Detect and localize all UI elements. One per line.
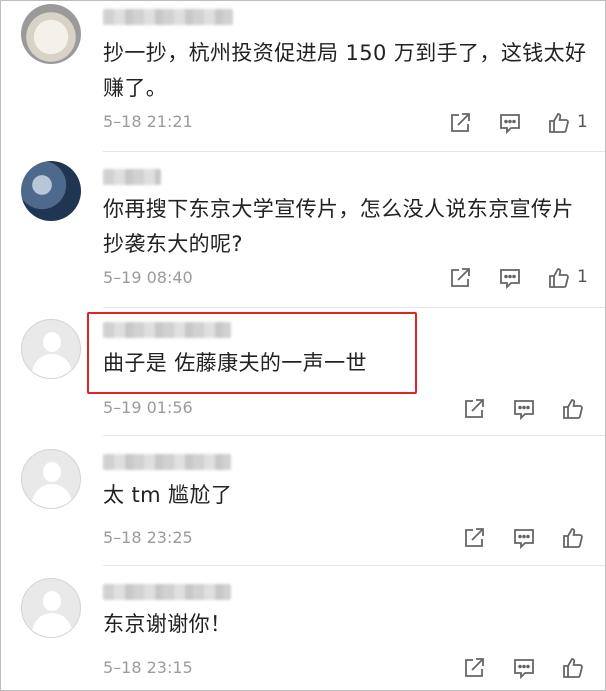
divider bbox=[103, 435, 605, 436]
default-avatar-body bbox=[32, 484, 72, 508]
default-avatar-head bbox=[43, 591, 61, 611]
reply-icon[interactable] bbox=[512, 656, 538, 680]
username-blurred[interactable]: user-4 bbox=[103, 454, 231, 470]
default-avatar-head bbox=[43, 462, 61, 482]
comment-time: 5–19 01:56 bbox=[103, 398, 193, 417]
avatar[interactable] bbox=[21, 578, 81, 638]
like-count: 1 bbox=[577, 267, 588, 287]
thumbs-up-icon[interactable] bbox=[561, 526, 587, 550]
default-avatar-body bbox=[32, 354, 72, 378]
share-icon[interactable] bbox=[462, 397, 488, 421]
share-icon[interactable] bbox=[448, 266, 474, 290]
avatar[interactable] bbox=[21, 449, 81, 509]
avatar[interactable] bbox=[21, 319, 81, 379]
divider bbox=[103, 565, 605, 566]
thumbs-up-icon[interactable] bbox=[561, 397, 587, 421]
comment-time: 5–18 21:21 bbox=[103, 112, 193, 131]
comment-text: 你再搜下东京大学宣传片，怎么没人说东京宣传片抄袭东大的呢? bbox=[103, 197, 574, 256]
avatar[interactable] bbox=[21, 161, 81, 221]
username-blurred[interactable]: user-2 bbox=[103, 169, 161, 185]
default-avatar-body bbox=[32, 613, 72, 637]
comment-time: 5–18 23:15 bbox=[103, 658, 193, 677]
reply-icon[interactable] bbox=[512, 526, 538, 550]
comment-text: 太 tm 尴尬了 bbox=[103, 483, 233, 507]
comment-text: 东京谢谢你！ bbox=[103, 612, 232, 636]
default-avatar-head bbox=[43, 332, 61, 352]
divider bbox=[103, 151, 605, 152]
comment-actions bbox=[462, 397, 592, 421]
reply-icon[interactable] bbox=[498, 111, 524, 135]
comment-text: 抄一抄，杭州投资促进局 150 万到手了，这钱太好赚了。 bbox=[103, 41, 587, 100]
avatar[interactable] bbox=[21, 4, 81, 64]
comment-actions: 1 bbox=[448, 111, 598, 135]
reply-icon[interactable] bbox=[512, 397, 538, 421]
comment-actions bbox=[462, 656, 592, 680]
reply-icon[interactable] bbox=[498, 266, 524, 290]
username-blurred[interactable]: user-5 bbox=[103, 584, 231, 600]
comment-actions bbox=[462, 526, 592, 550]
highlight-box bbox=[87, 312, 417, 394]
thumbs-up-icon[interactable]: 1 bbox=[547, 111, 588, 135]
like-count: 1 bbox=[577, 112, 588, 132]
share-icon[interactable] bbox=[462, 656, 488, 680]
thumbs-up-icon[interactable]: 1 bbox=[547, 266, 588, 290]
thumbs-up-icon[interactable] bbox=[561, 656, 587, 680]
divider bbox=[103, 307, 605, 308]
comment-time: 5–18 23:25 bbox=[103, 528, 193, 547]
comment-time: 5–19 08:40 bbox=[103, 268, 193, 287]
username-blurred[interactable]: user-1 bbox=[103, 9, 233, 25]
share-icon[interactable] bbox=[448, 111, 474, 135]
share-icon[interactable] bbox=[462, 526, 488, 550]
comment-actions: 1 bbox=[448, 266, 598, 290]
